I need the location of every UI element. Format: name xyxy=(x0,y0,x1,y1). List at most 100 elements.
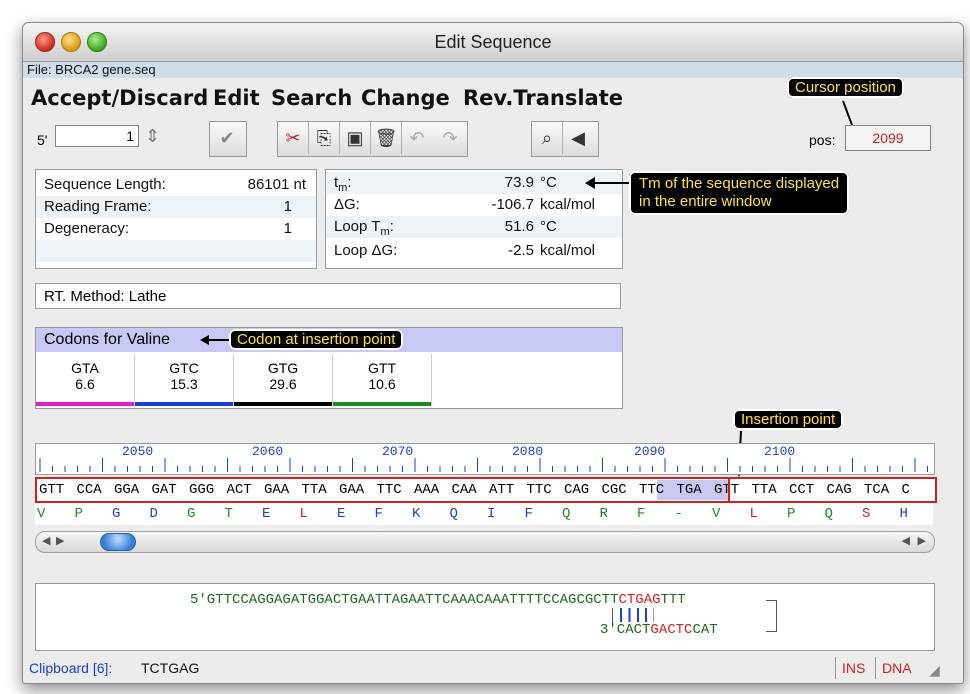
amino-acid: L xyxy=(299,506,308,522)
amino-acid: F xyxy=(637,506,646,522)
find-tools-group: ⌕ ◀ xyxy=(531,121,599,157)
dna-mode-badge: DNA xyxy=(875,657,918,679)
amino-acid: D xyxy=(149,506,158,522)
menu-accept-discard[interactable]: Accept/Discard xyxy=(31,86,208,110)
copy-icon[interactable]: ⎘ xyxy=(309,122,340,154)
amino-acid: P xyxy=(787,506,796,522)
amino-acid: E xyxy=(337,506,346,522)
amino-acid: - xyxy=(674,506,683,522)
speaker-icon[interactable]: ◀ xyxy=(563,122,593,154)
amino-acid: G xyxy=(187,506,196,522)
amino-acid: P xyxy=(74,506,83,522)
amino-acid: K xyxy=(412,506,421,522)
menu-change[interactable]: Change xyxy=(361,86,450,110)
menu-edit[interactable]: Edit xyxy=(213,86,260,110)
dna-sequence-row[interactable]: GTT CCA GGA GAT GGG ACT GAA TTA GAA TTC AAA CAA ATT T… xyxy=(35,477,937,503)
amino-acid: R xyxy=(599,506,608,522)
scroll-right-icon-end[interactable]: ▶ xyxy=(918,534,926,547)
dna-codon: TTC xyxy=(639,482,665,498)
accept-check-icon[interactable]: ✔ xyxy=(212,122,242,154)
amino-acid-row: VPGDGTELEFKQIFQRF-VLPQSH xyxy=(35,503,933,525)
ruler-label: 2060 xyxy=(252,444,284,459)
amino-acid: T xyxy=(224,506,233,522)
clipboard-label: Clipboard [6]: xyxy=(29,660,113,676)
scroll-thumb[interactable] xyxy=(100,533,136,551)
rt-method-field: RT. Method: Lathe xyxy=(35,283,621,309)
ruler-label: 2100 xyxy=(764,444,796,459)
dna-codon: TTA xyxy=(301,482,327,498)
thermo-row: Loop Tm: 51.6 °C xyxy=(326,216,622,238)
amino-acid: V xyxy=(37,506,46,522)
insertion-caret xyxy=(728,479,730,501)
pos-label: pos: xyxy=(809,132,836,148)
dna-codon: GTT xyxy=(714,482,740,498)
file-label: File: BRCA2 gene.seq xyxy=(23,62,963,78)
amino-acid: V xyxy=(712,506,721,522)
magnifier-icon[interactable]: ⌕ xyxy=(532,122,563,154)
horizontal-scrollbar[interactable]: ◀ ▶ ◀ ▶ xyxy=(35,531,935,553)
dna-codon: AAA xyxy=(414,482,440,498)
tm-callout: Tm of the sequence displayed in the enti… xyxy=(629,171,850,215)
amino-acid: S xyxy=(862,506,871,522)
scroll-left-icon[interactable]: ◀ xyxy=(42,534,50,547)
dna-codon: GGG xyxy=(189,482,215,498)
dna-codon: CGC xyxy=(601,482,627,498)
insertion-point-callout: Insertion point xyxy=(733,409,844,430)
sequence-ruler: 2050 2060 2070 2080 2090 2100 xyxy=(35,443,935,475)
sequence-info-panel: Sequence Length: 86101 nt Reading Frame:… xyxy=(35,169,317,269)
codon-cell: GTT 10.6 xyxy=(333,354,432,406)
dna-codon: GAT xyxy=(151,482,177,498)
accept-button-group: ✔ xyxy=(209,121,247,157)
info-row: Reading Frame: 1 xyxy=(36,196,316,218)
ruler-label: 2050 xyxy=(122,444,154,459)
scroll-right-icon[interactable]: ▶ xyxy=(56,534,64,547)
dna-codon: TTA xyxy=(751,482,777,498)
codon-cell: GTG 29.6 xyxy=(234,354,333,406)
amino-acid: H xyxy=(899,506,908,522)
dna-codon: CAG xyxy=(564,482,590,498)
position-input[interactable] xyxy=(55,125,139,147)
amino-acid: F xyxy=(524,506,533,522)
paste-icon[interactable]: ▣ xyxy=(340,122,371,154)
dna-codon: C xyxy=(901,482,910,498)
ruler-label: 2090 xyxy=(634,444,666,459)
ruler-label: 2080 xyxy=(512,444,544,459)
dna-codon: TTC xyxy=(526,482,552,498)
thermo-row: ΔG: -106.7 kcal/mol xyxy=(334,196,596,213)
trash-icon[interactable]: 🗑 xyxy=(371,122,402,154)
edit-tools-group: ✂ ⎘ ▣ 🗑 ↶ xyxy=(277,121,437,157)
menu-search[interactable]: Search xyxy=(271,86,352,110)
info-row: Sequence Length: 86101 nt xyxy=(44,176,306,193)
amino-acid: Q xyxy=(824,506,833,522)
amino-acid: I xyxy=(487,506,496,522)
ruler-label: 2070 xyxy=(382,444,414,459)
amino-acid: F xyxy=(374,506,383,522)
undo-icon[interactable]: ↶ xyxy=(402,122,432,154)
codon-cell: GTC 15.3 xyxy=(135,354,234,406)
info-row-empty xyxy=(36,240,316,262)
stepper-icon[interactable]: ⇕ xyxy=(145,126,160,147)
dna-codon: TTC xyxy=(376,482,402,498)
dna-codon: GAA xyxy=(264,482,290,498)
cut-scissors-icon[interactable]: ✂ xyxy=(278,122,309,154)
amino-acid: E xyxy=(262,506,271,522)
codon-callout-arrow xyxy=(200,335,231,345)
cursor-position-field: 2099 xyxy=(845,125,931,151)
cursor-position-callout: Cursor position xyxy=(787,77,904,98)
ruler-ticks xyxy=(39,458,928,472)
scroll-left-icon-end[interactable]: ◀ xyxy=(902,534,910,547)
menu-rev-translate[interactable]: Rev.Translate xyxy=(463,86,623,110)
clipboard-value: TCTGAG xyxy=(141,660,200,676)
resize-grip-icon[interactable]: ◢ xyxy=(929,655,940,683)
strand-label: 5' xyxy=(37,132,48,148)
thermo-row: Loop ΔG: -2.5 kcal/mol xyxy=(334,242,596,259)
codon-callout: Codon at insertion point xyxy=(229,329,404,350)
dna-codon: ACT xyxy=(226,482,252,498)
amino-acid: L xyxy=(749,506,758,522)
hairpin-loop-bracket xyxy=(766,600,777,632)
oligo-bottom-strand: 3'CACTGACTCCAT xyxy=(600,622,718,638)
redo-icon[interactable]: ↷ xyxy=(435,122,465,154)
oligo-top-strand: 5'GTTCCAGGAGATGGACTGAATTAGAATTCAAACAAATT… xyxy=(190,592,686,608)
dna-codon: GAA xyxy=(339,482,365,498)
redo-group: ↷ xyxy=(435,121,468,157)
